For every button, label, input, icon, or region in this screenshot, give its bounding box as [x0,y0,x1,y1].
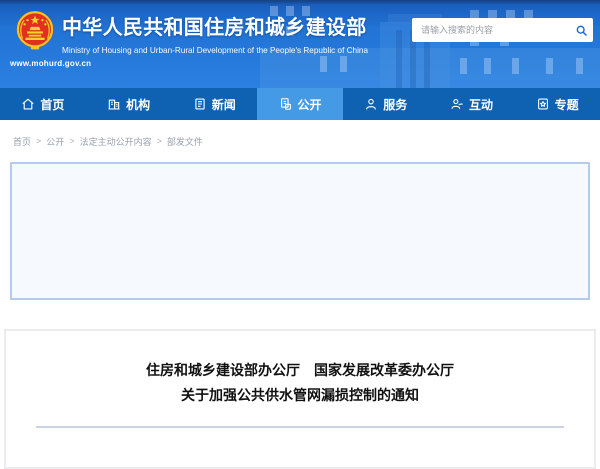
breadcrumb-separator: > [36,136,41,146]
document-content-box: 住房和城乡建设部办公厅 国家发展改革委办公厅 关于加强公共供水管网漏损控制的通知 [4,329,596,469]
service-icon [364,97,378,111]
national-emblem [15,9,55,53]
breadcrumb-separator: > [157,136,162,146]
breadcrumb: 首页 > 公开 > 法定主动公开内容 > 部发文件 [0,120,600,162]
breadcrumb-item-home[interactable]: 首页 [13,135,31,148]
topics-icon [536,97,550,111]
site-header: www.mohurd.gov.cn 中华人民共和国住房和城乡建设部 Minist… [0,0,600,88]
site-subtitle: Ministry of Housing and Urban-Rural Deve… [62,46,368,55]
nav-item-home[interactable]: 首页 [0,88,86,120]
search-icon [575,24,588,37]
document-metadata-box: 索 引 号: 000013338/2022-00061 发文单位: 住房和城乡建… [10,162,590,300]
metadata-row-issuing-unit: 发文单位: 住房和城乡建设部办公厅 国家发展和改革委员会办公厅 [43,206,404,229]
breadcrumb-item-statutory-content[interactable]: 法定主动公开内容 [80,135,152,148]
site-title: 中华人民共和国住房和城乡建设部 [62,11,368,40]
nav-label: 新闻 [212,96,236,113]
metadata-row-topic-info: 主题信息: 城市建设 [425,183,588,206]
nav-label: 首页 [40,96,64,113]
header-text: 中华人民共和国住房和城乡建设部 Ministry of Housing and … [62,11,368,55]
metadata-row-issue-date: 发文日期: 2022-01-19 [425,206,588,229]
search-input[interactable] [412,25,569,35]
metadata-row-keywords: 主 题 词: [425,252,588,275]
nav-label: 服务 [383,96,407,113]
breadcrumb-item-ministry-documents[interactable]: 部发文件 [167,135,203,148]
metadata-row-document-number: 文 号: 建办城〔2022〕2号 [43,252,404,275]
nav-label: 机构 [126,96,150,113]
metadata-row-validity: 有 效 期: [425,229,588,252]
nav-label: 互动 [469,96,493,113]
disclosure-icon [279,97,293,111]
main-nav: 首页 机构 新闻 公开 服务 互动 专题 [0,88,600,120]
nav-item-service[interactable]: 服务 [343,88,429,120]
nav-item-disclosure[interactable]: 公开 [257,88,343,120]
nav-item-organization[interactable]: 机构 [86,88,172,120]
site-url: www.mohurd.gov.cn [10,59,91,68]
metadata-left-column: 索 引 号: 000013338/2022-00061 发文单位: 住房和城乡建… [12,183,404,275]
metadata-right-column: 主题信息: 城市建设 发文日期: 2022-01-19 有 效 期: 主 题 词… [404,183,588,275]
document-title-line1: 住房和城乡建设部办公厅 国家发展改革委办公厅 [146,362,454,378]
nav-label: 专题 [555,96,579,113]
metadata-row-index-number: 索 引 号: 000013338/2022-00061 [43,183,404,206]
nav-item-topics[interactable]: 专题 [514,88,600,120]
nav-item-interaction[interactable]: 互动 [429,88,515,120]
home-icon [21,97,35,111]
nav-label: 公开 [298,96,322,113]
document-title: 住房和城乡建设部办公厅 国家发展改革委办公厅 关于加强公共供水管网漏损控制的通知 [6,358,594,408]
nav-item-news[interactable]: 新闻 [171,88,257,120]
news-icon [193,97,207,111]
organization-icon [107,97,121,111]
title-divider [36,426,564,428]
metadata-row-document-name: 文件名称: 住房和城乡建设部办公厅 国家发展改革委办公厅关于加强公共供水管网漏损… [43,229,404,252]
search-box [412,18,593,42]
breadcrumb-item-disclosure[interactable]: 公开 [46,135,64,148]
search-button[interactable] [569,18,593,42]
interaction-icon [450,97,464,111]
document-title-line2: 关于加强公共供水管网漏损控制的通知 [181,387,419,403]
breadcrumb-separator: > [69,136,74,146]
